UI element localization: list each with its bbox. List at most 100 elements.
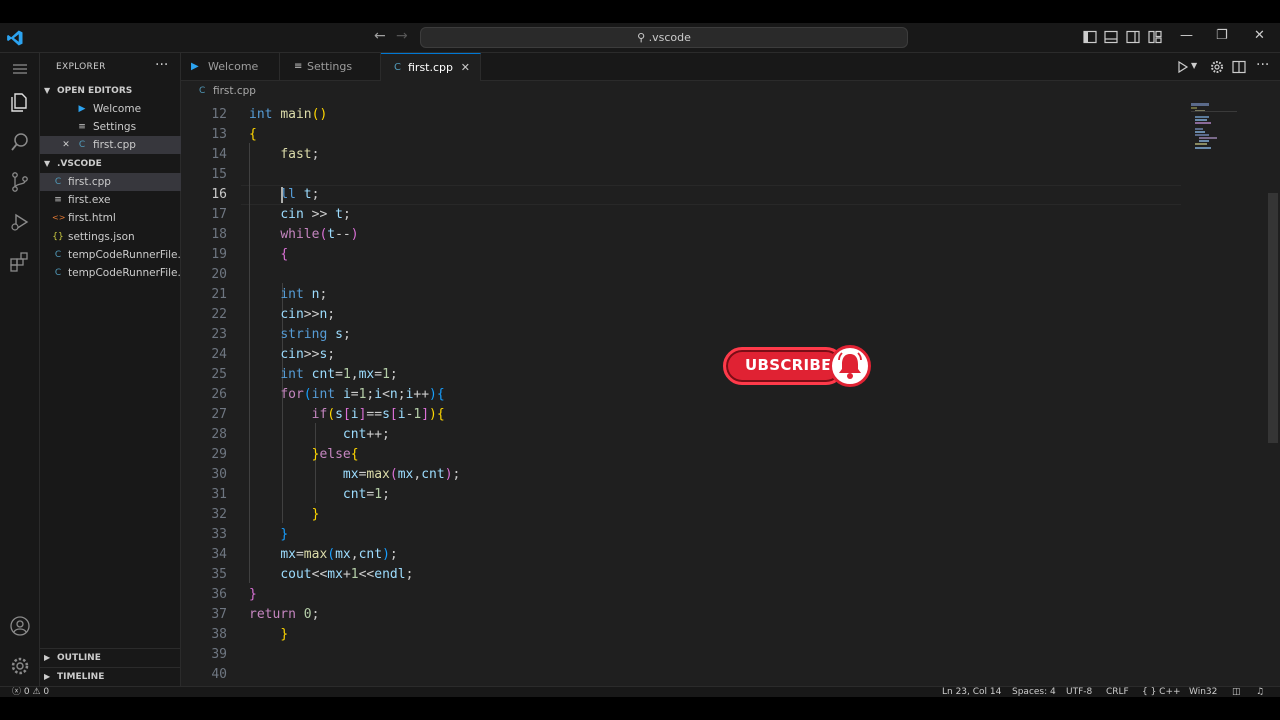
toggle-primary-sidebar-icon[interactable] — [1083, 30, 1097, 44]
status-bar: ⓧ 0 ⚠ 0 Ln 23, Col 14 Spaces: 4 UTF-8 CR… — [0, 686, 1280, 697]
chevron-down-icon: ▼ — [44, 86, 51, 95]
line-number: 26 — [211, 387, 227, 402]
arrow-right-icon[interactable]: → — [396, 28, 408, 44]
line-number: 17 — [211, 207, 227, 222]
cpp-file-icon: C — [54, 250, 62, 260]
split-editor-icon[interactable] — [1232, 60, 1246, 74]
line-number: 23 — [211, 327, 227, 342]
code-line: cout<<mx+1<<endl; — [280, 567, 414, 582]
tab-settings[interactable]: ≡ Settings — [280, 53, 381, 81]
layout-icon[interactable]: ◫ — [1232, 687, 1241, 697]
html-file-icon: <> — [52, 213, 66, 222]
line-number: 16 — [211, 187, 227, 202]
current-line-highlight — [241, 185, 1181, 205]
open-editor-label: Welcome — [93, 103, 142, 115]
line-number: 32 — [211, 507, 227, 522]
language-mode[interactable]: { } C++ — [1142, 687, 1181, 697]
open-editor-settings[interactable]: ≡ Settings — [40, 118, 181, 136]
close-window-icon[interactable]: ✕ — [1254, 28, 1265, 43]
customize-layout-icon[interactable] — [1148, 30, 1162, 44]
open-editor-label: Settings — [93, 121, 137, 133]
breadcrumb: C first.cpp — [181, 81, 1280, 103]
line-number: 36 — [211, 587, 227, 602]
code-line: } — [280, 627, 289, 642]
code-line: mx=max(mx,cnt); — [342, 467, 461, 482]
file-item[interactable]: C first.cpp — [40, 173, 181, 191]
account-icon[interactable] — [9, 615, 31, 637]
line-ending[interactable]: CRLF — [1106, 687, 1129, 697]
line-number: 37 — [211, 607, 227, 622]
breadcrumb-file[interactable]: first.cpp — [213, 81, 256, 101]
settings-file-icon: ≡ — [78, 122, 86, 132]
chevron-down-icon: ▼ — [44, 159, 51, 168]
manage-gear-icon[interactable] — [9, 655, 31, 677]
cpp-file-icon: C — [54, 268, 62, 278]
platform[interactable]: Win32 — [1189, 687, 1217, 697]
code-line: cin >> t; — [280, 207, 351, 222]
code-line: for(int i=1;i<n;i++){ — [280, 387, 445, 402]
search-icon[interactable] — [9, 131, 31, 153]
subscribe-badge[interactable]: UBSCRIBE — [723, 345, 873, 387]
open-editor-welcome[interactable]: ▶ Welcome — [40, 100, 181, 118]
tab-first-cpp[interactable]: C first.cpp ✕ — [381, 53, 481, 81]
code-line: mx=max(mx,cnt); — [280, 547, 398, 562]
cursor-position[interactable]: Ln 23, Col 14 — [942, 687, 1001, 697]
cpp-file-icon: C — [54, 177, 62, 187]
arrow-left-icon[interactable]: ← — [374, 28, 386, 44]
minimize-icon[interactable]: — — [1180, 28, 1193, 43]
title-bar: ← → ⚲ .vscode — ❐ ✕ — [0, 23, 1280, 53]
source-control-icon[interactable] — [9, 171, 31, 193]
text-cursor — [281, 187, 283, 203]
file-item[interactable]: C tempCodeRunnerFile... — [40, 264, 181, 282]
code-editor[interactable]: 12 13 14 15 16 17 18 19 20 21 22 23 24 25 26 27 28 29 30 31… — [181, 103, 1280, 697]
cpp-file-icon: C — [394, 62, 401, 73]
close-tab-icon[interactable]: ✕ — [461, 54, 470, 82]
line-number: 14 — [211, 147, 227, 162]
line-number: 35 — [211, 567, 227, 582]
file-label: first.html — [68, 212, 116, 224]
problems-indicator[interactable]: ⓧ 0 ⚠ 0 — [12, 687, 49, 697]
indentation[interactable]: Spaces: 4 — [1012, 687, 1056, 697]
outline-section[interactable]: ▶ OUTLINE — [40, 648, 181, 666]
vertical-scrollbar[interactable] — [1268, 193, 1278, 443]
settings-gear-icon[interactable] — [1210, 60, 1224, 74]
line-number: 18 — [211, 227, 227, 242]
file-item[interactable]: ≡ first.exe — [40, 191, 181, 209]
cpp-file-icon: C — [78, 140, 86, 150]
extensions-icon[interactable] — [9, 251, 31, 273]
line-number: 22 — [211, 307, 227, 322]
vscode-folder-section[interactable]: ▼ .VSCODE — [40, 155, 181, 173]
file-item[interactable]: C tempCodeRunnerFile... — [40, 246, 181, 264]
run-code-icon[interactable] — [1176, 60, 1190, 74]
timeline-section[interactable]: ▶ TIMELINE — [40, 667, 181, 685]
line-number: 20 — [211, 267, 227, 282]
explorer-icon[interactable] — [9, 91, 31, 113]
file-label: tempCodeRunnerFile... — [68, 267, 181, 279]
command-center[interactable]: ⚲ .vscode — [420, 27, 908, 48]
menu-icon[interactable] — [11, 61, 29, 77]
run-debug-icon[interactable] — [9, 211, 31, 233]
more-actions-icon[interactable]: ··· — [1256, 57, 1269, 73]
tab-welcome[interactable]: ▶ Welcome — [181, 53, 280, 81]
close-icon[interactable]: ✕ — [60, 136, 72, 154]
toggle-secondary-sidebar-icon[interactable] — [1126, 30, 1140, 44]
more-actions-icon[interactable]: ··· — [155, 57, 168, 73]
open-editor-first-cpp[interactable]: ✕ C first.cpp — [40, 136, 181, 154]
restore-icon[interactable]: ❐ — [1216, 28, 1228, 43]
toggle-panel-icon[interactable] — [1104, 30, 1118, 44]
notifications-bell-icon[interactable]: ♫ — [1256, 687, 1264, 697]
chevron-down-icon[interactable]: ▼ — [1191, 61, 1197, 70]
encoding[interactable]: UTF-8 — [1066, 687, 1092, 697]
exe-file-icon: ≡ — [54, 195, 62, 205]
code-line: { — [249, 127, 257, 142]
open-editors-section[interactable]: ▼ OPEN EDITORS — [40, 82, 181, 100]
code-line: cnt=1; — [342, 487, 390, 502]
file-item[interactable]: <> first.html — [40, 209, 181, 227]
tab-label: first.cpp — [408, 61, 454, 74]
code-line: if(s[i]==s[i-1]){ — [311, 407, 445, 422]
file-item[interactable]: {} settings.json — [40, 228, 181, 246]
subscribe-label: UBSCRIBE — [745, 356, 832, 374]
sidebar-title: EXPLORER — [56, 62, 106, 72]
minimap[interactable] — [1191, 103, 1271, 163]
code-line: int cnt=1,mx=1; — [280, 367, 398, 382]
